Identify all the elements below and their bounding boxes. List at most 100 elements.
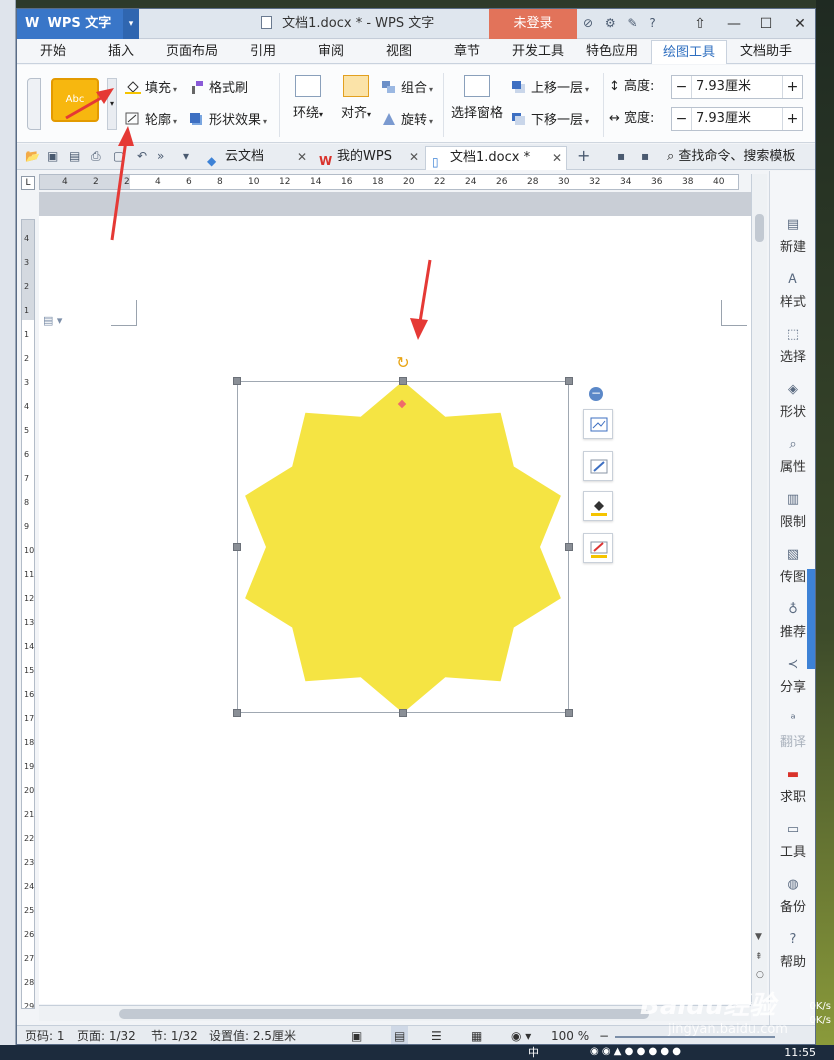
chevron-down-icon[interactable]: ▾ <box>183 149 189 163</box>
shape-style-preset[interactable]: Abc <box>51 78 99 122</box>
settings-icon[interactable]: ⚙ <box>605 16 616 30</box>
app-menu-button[interactable]: W WPS 文字 ▾ <box>17 9 139 39</box>
close-icon[interactable]: ✕ <box>409 146 419 168</box>
scroll-thumb[interactable] <box>755 214 764 242</box>
quick-outline-button[interactable] <box>583 533 613 563</box>
width-value[interactable]: 7.93厘米 <box>696 108 751 130</box>
chevron-down-icon[interactable]: ▾ <box>123 9 139 39</box>
sidebar-collapse-handle[interactable] <box>807 569 815 669</box>
align-button[interactable]: 对齐▾ <box>335 75 377 121</box>
minimize-button[interactable]: — <box>717 9 751 39</box>
export-pdf-icon[interactable]: ▤ <box>69 149 80 163</box>
undo-icon[interactable]: ↶ <box>137 149 147 163</box>
resize-handle-se[interactable] <box>565 709 573 717</box>
chevron-down-icon[interactable]: ▾ <box>107 78 117 130</box>
style-gallery-scroll[interactable] <box>27 78 41 130</box>
status-setting-value[interactable]: 设置值: 2.5厘米 <box>209 1026 296 1044</box>
resize-handle-ne[interactable] <box>565 377 573 385</box>
tab-drawing-tools[interactable]: 绘图工具 <box>651 40 727 64</box>
page-view-icon[interactable]: ▤ <box>391 1026 409 1044</box>
new-tab-icon[interactable]: + <box>577 146 590 165</box>
sidebar-item-job[interactable]: ▬ 求职 <box>770 767 815 805</box>
rotate-handle-icon[interactable]: ↻ <box>395 355 411 371</box>
eye-protection-icon[interactable]: ◉ ▾ <box>511 1026 531 1044</box>
zoom-out-icon[interactable]: − <box>599 1026 609 1044</box>
resize-handle-n[interactable] <box>399 377 407 385</box>
width-increase-button[interactable]: + <box>782 108 802 130</box>
fill-button[interactable]: 填充 ▾ <box>125 77 177 96</box>
sidebar-item-shape[interactable]: ◈ 形状 <box>770 382 815 420</box>
close-button[interactable]: ✕ <box>783 9 815 39</box>
pin-icon[interactable]: ⇧ <box>683 9 717 39</box>
help-icon[interactable]: ? <box>649 16 655 30</box>
zoom-level[interactable]: 100 % <box>551 1026 589 1044</box>
selection-pane-button[interactable]: 选择窗格 <box>449 75 505 121</box>
tab-developer[interactable]: 开发工具 <box>505 40 571 64</box>
sidebar-item-tools[interactable]: ▭ 工具 <box>770 822 815 860</box>
quick-fill-button[interactable] <box>583 491 613 521</box>
height-spinner[interactable]: − 7.93厘米 + <box>671 75 803 99</box>
scroll-thumb[interactable] <box>119 1009 649 1019</box>
sidebar-item-select[interactable]: ⬚ 选择 <box>770 327 815 365</box>
tab-view[interactable]: 视图 <box>375 40 423 64</box>
taskbar-clock[interactable]: 11:55 <box>784 1045 816 1060</box>
status-pages[interactable]: 页面: 1/32 <box>77 1026 136 1044</box>
format-painter-button[interactable]: 格式刷 <box>189 77 248 96</box>
outline-button[interactable]: 轮廓 ▾ <box>125 109 177 128</box>
doc-tab-cloud[interactable]: ◆ 云文档 ✕ <box>201 146 311 170</box>
tab-doc-assistant[interactable]: 文档助手 <box>731 40 801 64</box>
vertical-scrollbar[interactable]: ▼ ⇞ ○ <box>751 174 767 1004</box>
web-view-icon[interactable]: ▦ <box>471 1026 482 1044</box>
ruler-corner[interactable]: L <box>21 176 35 190</box>
sidebar-item-properties[interactable]: ⌕ 属性 <box>770 437 815 475</box>
resize-handle-nw[interactable] <box>233 377 241 385</box>
status-page-number[interactable]: 页码: 1 <box>25 1026 65 1044</box>
open-icon[interactable]: 📂 <box>25 149 40 163</box>
ime-indicator[interactable]: 中 <box>528 1045 539 1060</box>
print-icon[interactable]: ⎙ <box>91 149 101 164</box>
resize-handle-sw[interactable] <box>233 709 241 717</box>
tab-references[interactable]: 引用 <box>239 40 287 64</box>
vertical-ruler[interactable]: 4 3 2 1 1 2 3 4 5 6 7 8 9 10 11 12 13 14 15 16 17 18 19 20 21 22 2… <box>21 219 35 1009</box>
close-icon[interactable]: ✕ <box>297 146 307 168</box>
width-decrease-button[interactable]: − <box>672 108 692 130</box>
rotate-button[interactable]: 旋转 ▾ <box>381 109 433 128</box>
quick-style-button[interactable] <box>583 451 613 481</box>
sidebar-item-restrict[interactable]: ▥ 限制 <box>770 492 815 530</box>
sidebar-item-style[interactable]: Ꭺ 样式 <box>770 272 815 310</box>
feedback-icon[interactable]: ✎ <box>627 16 637 30</box>
preview-icon[interactable]: ▢ <box>113 149 124 163</box>
browse-object-icon[interactable]: ○ <box>756 970 764 980</box>
sidebar-item-translate[interactable]: ᵃ 翻译 <box>770 712 815 750</box>
scroll-down-icon[interactable]: ▼ <box>755 932 762 942</box>
wrap-button[interactable]: 环绕▾ <box>287 75 329 121</box>
selected-shape[interactable]: ↻ <box>233 355 573 717</box>
tray-icons[interactable]: ◉ ◉ ▲ ● ● ● ● ● <box>590 1046 681 1057</box>
sidebar-item-help[interactable]: ? 帮助 <box>770 932 815 970</box>
view-mode-icon[interactable]: ▪ <box>617 149 625 163</box>
tab-page-layout[interactable]: 页面布局 <box>159 40 225 64</box>
tab-special[interactable]: 特色应用 <box>579 40 645 64</box>
outline-view-icon[interactable]: ☰ <box>431 1026 442 1044</box>
view-mode-icon[interactable]: ▣ <box>351 1026 362 1044</box>
prev-page-icon[interactable]: ⇞ <box>755 952 763 962</box>
shape-effects-button[interactable]: 形状效果 ▾ <box>189 109 267 128</box>
height-value[interactable]: 7.93厘米 <box>696 76 751 98</box>
group-button[interactable]: 组合 ▾ <box>381 77 433 96</box>
collapse-icon[interactable]: − <box>589 387 603 401</box>
login-button[interactable]: 未登录 <box>489 9 577 39</box>
quick-layout-button[interactable] <box>583 409 613 439</box>
sidebar-item-backup[interactable]: ◍ 备份 <box>770 877 815 915</box>
width-spinner[interactable]: − 7.93厘米 + <box>671 107 803 131</box>
tab-review[interactable]: 审阅 <box>307 40 355 64</box>
status-section[interactable]: 节: 1/32 <box>151 1026 198 1044</box>
height-decrease-button[interactable]: − <box>672 76 692 98</box>
horizontal-ruler[interactable]: 4 2 2 4 6 8 10 12 14 16 18 20 22 24 26 28 30 32 34 36 38 40 <box>39 174 739 190</box>
tab-insert[interactable]: 插入 <box>97 40 145 64</box>
bring-forward-button[interactable]: 上移一层 ▾ <box>511 77 589 96</box>
tab-home[interactable]: 开始 <box>27 40 79 64</box>
send-backward-button[interactable]: 下移一层 ▾ <box>511 109 589 128</box>
maximize-button[interactable]: ☐ <box>749 9 783 39</box>
redo-icon[interactable]: » <box>157 149 164 163</box>
resize-handle-w[interactable] <box>233 543 241 551</box>
